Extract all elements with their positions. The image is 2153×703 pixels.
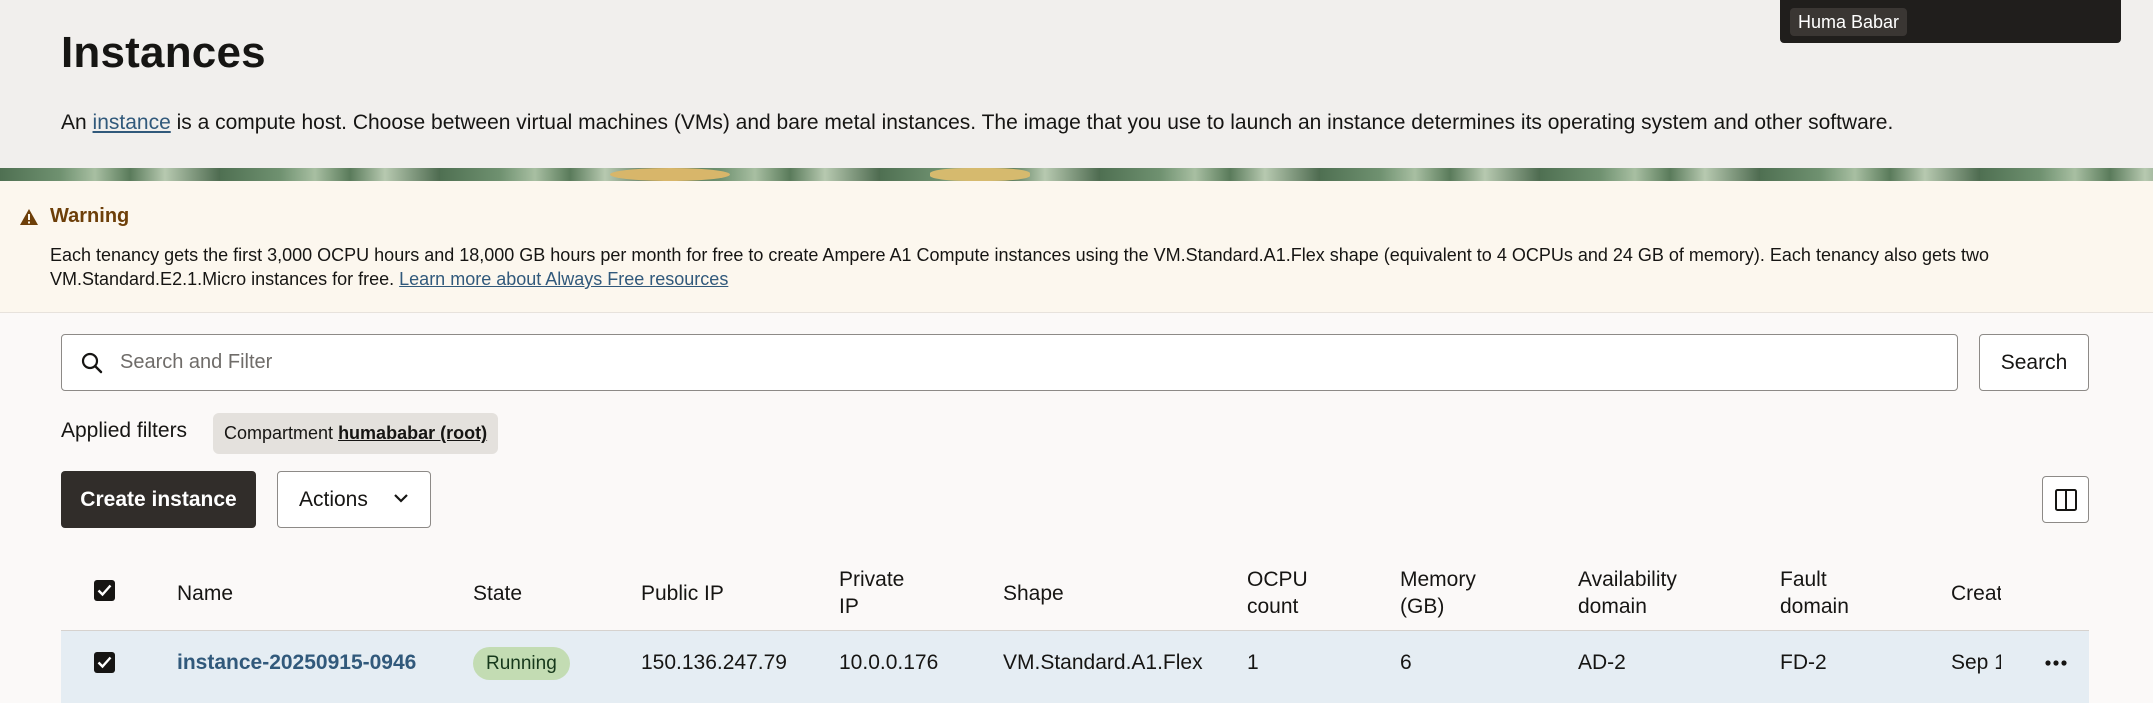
checkbox-checked-icon (97, 656, 112, 669)
page-header: Instances An instance is a compute host.… (0, 0, 2153, 168)
user-name-chip[interactable]: Huma Babar (1790, 8, 1908, 36)
warning-body: Each tenancy gets the first 3,000 OCPU h… (50, 245, 1990, 289)
header-line: Availability (1578, 568, 1677, 591)
row-checkbox[interactable] (94, 652, 115, 673)
instances-table-header: Name State Public IP Private IP Shape OCP… (61, 556, 2089, 631)
column-header-state[interactable]: State (473, 580, 522, 607)
column-header-public-ip[interactable]: Public IP (641, 580, 724, 607)
description-suffix: is a compute host. Choose between virtua… (170, 111, 1894, 134)
search-button[interactable]: Search (1979, 334, 2089, 391)
header-line: Private (839, 568, 905, 591)
column-header-name[interactable]: Name (177, 580, 233, 607)
warning-text: Each tenancy gets the first 3,000 OCPU h… (50, 243, 2110, 291)
public-ip-cell: 150.136.247.79 (641, 651, 787, 674)
column-header-fault-domain[interactable]: Fault domain (1780, 566, 1849, 620)
warning-icon (20, 209, 38, 225)
search-input[interactable] (120, 335, 1940, 390)
checkbox-checked-icon (97, 584, 112, 597)
columns-icon (2055, 489, 2077, 511)
private-ip-cell: 10.0.0.176 (839, 651, 939, 674)
shape-cell: VM.Standard.A1.Flex (1003, 651, 1203, 674)
created-cell: Sep 1 (1951, 651, 2001, 674)
instance-name-link[interactable]: instance-20250915-0946 (177, 631, 416, 695)
header-line: (GB) (1400, 595, 1445, 618)
column-header-created[interactable]: Creat (1951, 580, 2001, 607)
instance-docs-link[interactable]: instance (93, 111, 171, 134)
state-cell: Running (473, 631, 570, 695)
memory-cell: 6 (1400, 651, 1412, 674)
header-line: OCPU (1247, 568, 1308, 591)
warning-title: Warning (50, 205, 130, 227)
header-line: Fault (1780, 568, 1827, 591)
always-free-link[interactable]: Learn more about Always Free resources (399, 269, 728, 289)
select-all-checkbox[interactable] (94, 580, 115, 601)
page-description: An instance is a compute host. Choose be… (61, 111, 1893, 135)
more-actions-icon[interactable] (2044, 653, 2068, 673)
header-line: count (1247, 595, 1299, 618)
column-header-shape[interactable]: Shape (1003, 580, 1064, 607)
header-line: domain (1780, 595, 1849, 618)
actions-menu-button[interactable]: Actions (277, 471, 431, 528)
actions-label: Actions (299, 487, 368, 511)
availability-domain-cell: AD-2 (1578, 651, 1626, 674)
manage-columns-button[interactable] (2042, 476, 2089, 523)
chevron-down-icon (394, 494, 408, 503)
header-line: domain (1578, 595, 1647, 618)
description-prefix: An (61, 111, 93, 134)
column-header-private-ip[interactable]: Private IP (839, 566, 904, 620)
search-icon (81, 352, 103, 374)
table-row[interactable]: instance-20250915-0946 Running 150.136.2… (61, 631, 2089, 703)
applied-filters-label: Applied filters (61, 419, 188, 442)
search-field[interactable] (61, 334, 1958, 391)
column-header-ocpu-count[interactable]: OCPU count (1247, 566, 1308, 620)
header-line: IP (839, 595, 859, 618)
compartment-filter-chip[interactable]: Compartment humababar (root) (213, 413, 499, 454)
create-instance-button[interactable]: Create instance (61, 471, 256, 528)
filter-chip-value[interactable]: humababar (root) (338, 423, 487, 443)
column-header-memory[interactable]: Memory (GB) (1400, 566, 1476, 620)
header-line: Memory (1400, 568, 1476, 591)
page-title: Instances (61, 28, 266, 77)
user-menu-popup: Huma Babar (1780, 0, 2121, 43)
filter-chip-key: Compartment (224, 423, 334, 443)
status-badge: Running (473, 646, 570, 680)
column-header-availability-domain[interactable]: Availability domain (1578, 566, 1677, 620)
ocpu-cell: 1 (1247, 651, 1259, 674)
decorative-banner (0, 168, 2153, 181)
fault-domain-cell: FD-2 (1780, 651, 1827, 674)
warning-alert: Warning Each tenancy gets the first 3,00… (0, 181, 2153, 313)
